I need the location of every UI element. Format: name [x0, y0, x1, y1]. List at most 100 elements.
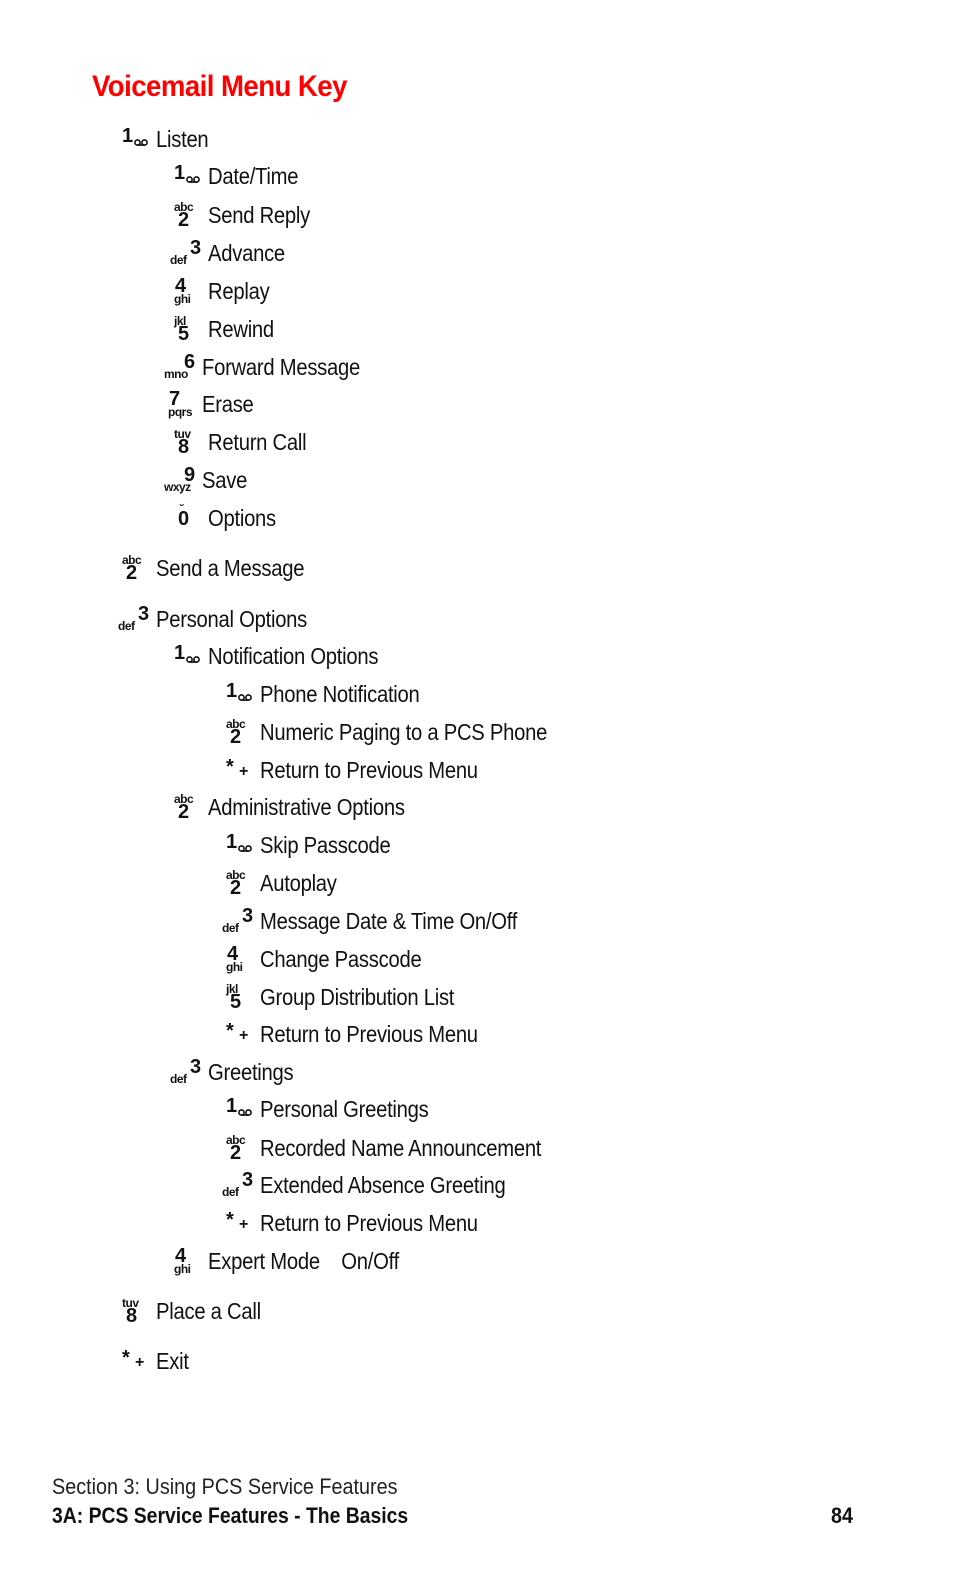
key-2-icon: 2 abc — [226, 717, 246, 748]
key-4-icon: 4 ghi — [226, 943, 243, 974]
menu-item-label: Personal Options — [156, 605, 308, 632]
menu-item-label: Notification Options — [208, 642, 379, 669]
menu-item: 0 ˘ Options — [170, 503, 285, 533]
menu-item: 5 jkl Group Distribution List — [222, 982, 481, 1012]
key-2-icon: 2 abc — [226, 1133, 246, 1164]
menu-item-label: Return to Previous Menu — [260, 1020, 478, 1047]
menu-item: 2 abc Numeric Paging to a PCS Phone — [222, 717, 586, 747]
menu-item-label: Administrative Options — [208, 793, 405, 820]
menu-item-label: Personal Greetings — [260, 1095, 429, 1122]
key-2-icon: 2 abc — [174, 200, 194, 231]
key-4-icon: 4 ghi — [174, 275, 191, 306]
key-star-icon: * + — [226, 1209, 248, 1233]
menu-item-label: Date/Time — [208, 162, 299, 189]
menu-item-label: Save — [202, 466, 248, 493]
menu-item-label: Skip Passcode — [260, 831, 391, 858]
menu-item: 3 def Personal Options — [118, 604, 328, 634]
key-1-icon: 1 — [222, 830, 258, 860]
key-5-icon: 5 jkl — [174, 314, 190, 345]
key-8-icon: 8 tuv — [174, 427, 191, 458]
menu-item-label: Send Reply — [208, 201, 311, 228]
key-1-icon: 1 — [222, 1094, 258, 1124]
menu-item: 1 Skip Passcode — [222, 830, 408, 860]
menu-item-label: Place a Call — [156, 1297, 261, 1324]
menu-item: 1 Personal Greetings — [222, 1094, 451, 1124]
key-0-icon: 0 ˘ — [178, 502, 190, 530]
menu-item: * + Exit — [118, 1346, 193, 1376]
menu-item-label: Autoplay — [260, 869, 337, 896]
voicemail-icon — [186, 176, 200, 183]
menu-item-label: Erase — [202, 390, 254, 417]
footer-chapter: 3A: PCS Service Features - The Basics — [52, 1503, 409, 1528]
menu-item: 4 ghi Replay — [170, 276, 278, 306]
menu-item-label: Rewind — [208, 315, 274, 342]
key-3-icon: 3 def — [222, 905, 254, 935]
key-7-icon: 7 pqrs — [168, 388, 193, 419]
voicemail-icon — [238, 845, 252, 852]
key-3-icon: 3 def — [170, 237, 202, 267]
menu-item-label: Listen — [156, 125, 209, 152]
menu-item: 9 wxyz Save — [164, 465, 253, 495]
key-9-icon: 9 wxyz — [164, 464, 196, 494]
key-3-icon: 3 def — [170, 1056, 202, 1086]
voicemail-icon — [186, 656, 200, 663]
key-1-icon: 1 — [222, 679, 258, 709]
menu-item-label: Numeric Paging to a PCS Phone — [260, 718, 548, 745]
menu-item: 3 def Message Date & Time On/Off — [222, 906, 552, 936]
menu-item: 2 abc Send Reply — [170, 200, 324, 230]
menu-item-label: Forward Message — [202, 353, 361, 380]
voicemail-icon — [238, 1109, 252, 1116]
menu-item: 4 ghi Expert Mode On/Off — [170, 1246, 425, 1276]
menu-item: 1 Notification Options — [170, 641, 401, 671]
menu-item: * + Return to Previous Menu — [222, 1208, 508, 1238]
menu-item: 2 abc Send a Message — [118, 553, 324, 583]
menu-item-label: Message Date & Time On/Off — [260, 907, 518, 934]
menu-item-label: Return to Previous Menu — [260, 756, 478, 783]
menu-item-label: Recorded Name Announcement — [260, 1134, 542, 1161]
key-star-icon: * + — [122, 1347, 144, 1371]
menu-item: 6 mno Forward Message — [164, 352, 382, 382]
menu-item: 8 tuv Place a Call — [118, 1296, 275, 1326]
menu-item-label: Options — [208, 504, 276, 531]
menu-item: * + Return to Previous Menu — [222, 1019, 508, 1049]
page-number: 84 — [831, 1503, 854, 1528]
voicemail-icon — [238, 694, 252, 701]
menu-item: 1 Phone Notification — [222, 679, 441, 709]
key-star-icon: * + — [226, 1020, 248, 1044]
key-1-icon: 1 — [170, 641, 206, 671]
voicemail-icon — [134, 139, 148, 146]
menu-item-label: Send a Message — [156, 554, 305, 581]
menu-item-label: Group Distribution List — [260, 983, 455, 1010]
menu-item: 2 abc Administrative Options — [170, 792, 432, 822]
key-4-icon: 4 ghi — [174, 1245, 191, 1276]
menu-item: 4 ghi Change Passcode — [222, 944, 443, 974]
menu-item: 5 jkl Rewind — [170, 314, 283, 344]
menu-item-label: Phone Notification — [260, 680, 420, 707]
menu-item-label: Return to Previous Menu — [260, 1209, 478, 1236]
menu-item-label: Extended Absence Greeting — [260, 1171, 506, 1198]
menu-item: * + Return to Previous Menu — [222, 755, 508, 785]
key-6-icon: 6 mno — [164, 351, 196, 381]
menu-item: 8 tuv Return Call — [170, 427, 320, 457]
key-5-icon: 5 jkl — [226, 982, 242, 1013]
menu-item-label: Replay — [208, 277, 270, 304]
menu-item: 2 abc Autoplay — [222, 868, 347, 898]
menu-item-label: Change Passcode — [260, 945, 422, 972]
key-1-icon: 1 — [170, 161, 206, 191]
menu-item-label: Advance — [208, 239, 285, 266]
menu-item-label: Exit — [156, 1347, 189, 1374]
menu-item: 1 Date/Time — [170, 161, 311, 191]
page-title: Voicemail Menu Key — [92, 70, 347, 103]
key-1-icon: 1 — [118, 124, 154, 154]
key-3-icon: 3 def — [118, 603, 150, 633]
menu-item: 2 abc Recorded Name Announcement — [222, 1133, 580, 1163]
key-2-icon: 2 abc — [174, 792, 194, 823]
key-2-icon: 2 abc — [122, 553, 142, 584]
menu-item-label: Return Call — [208, 428, 307, 455]
menu-item: 3 def Advance — [170, 238, 295, 268]
key-3-icon: 3 def — [222, 1169, 254, 1199]
menu-item-label: Greetings — [208, 1058, 294, 1085]
menu-item: 3 def Extended Absence Greeting — [222, 1170, 539, 1200]
key-star-icon: * + — [226, 756, 248, 780]
key-8-icon: 8 tuv — [122, 1296, 139, 1327]
